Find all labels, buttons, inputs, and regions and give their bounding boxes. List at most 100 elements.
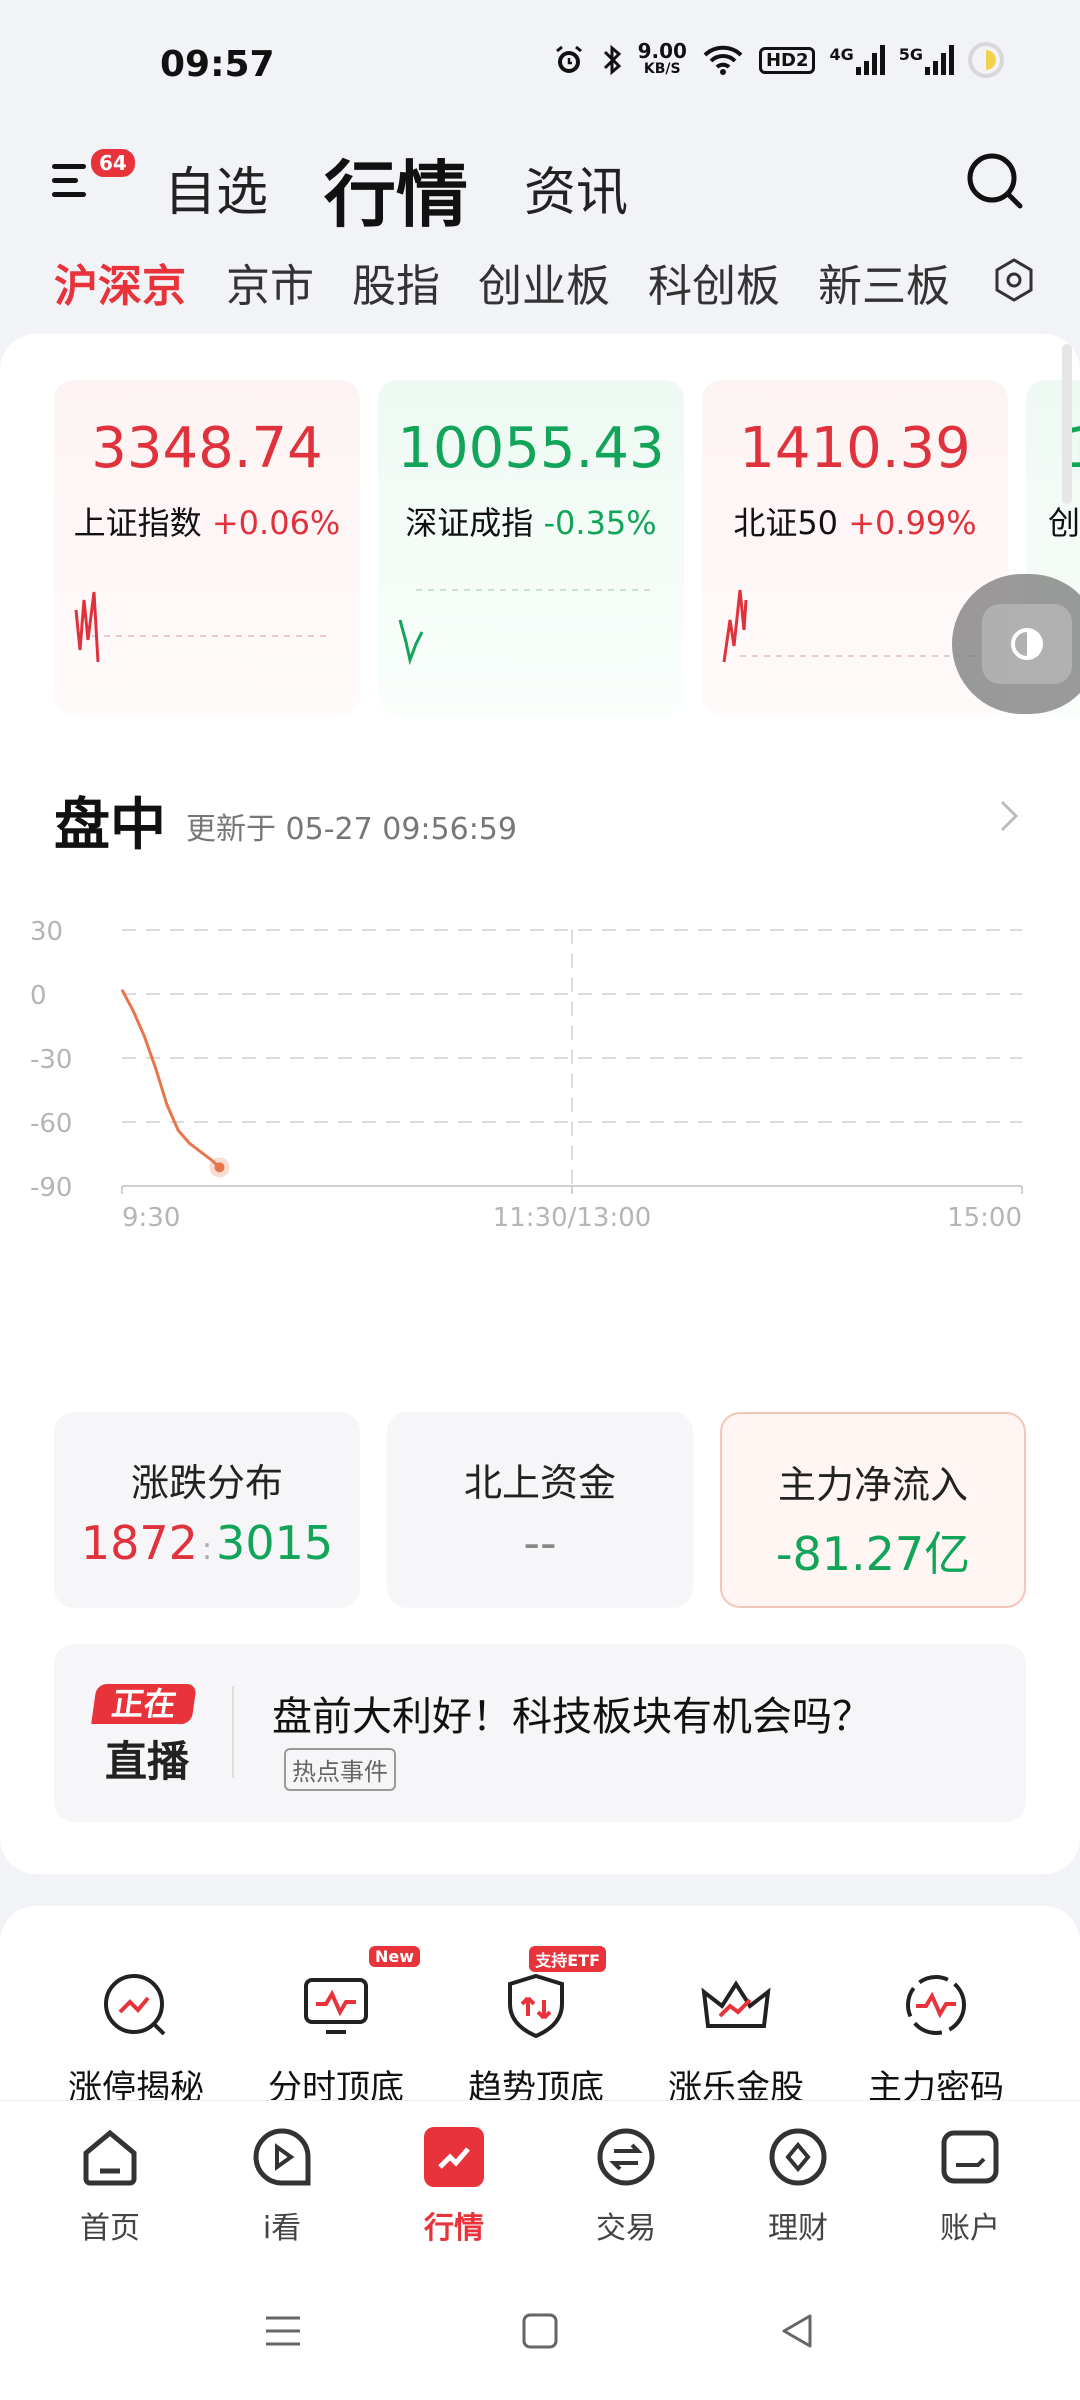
tab-market[interactable]: 行情 (324, 136, 468, 241)
x-tick-label: 15:00 (947, 1203, 1022, 1233)
bluetooth-icon (600, 43, 624, 77)
index-change: -0.35% (543, 504, 657, 542)
live-tag: 热点事件 (284, 1748, 396, 1791)
stat-card-distribution[interactable]: 涨跌分布 1872:3015 (54, 1412, 360, 1608)
index-value: 3348.74 (91, 416, 323, 481)
feature-trend-top-bottom[interactable]: 支持ETF 趋势顶底 (436, 1946, 636, 2106)
index-scrollbar[interactable] (1062, 344, 1072, 504)
nav-home[interactable]: 首页 (30, 2125, 190, 2255)
subtab-xinsanban[interactable]: 新三板 (818, 250, 950, 314)
exchange-icon (597, 2128, 655, 2186)
stat-card-northbound[interactable]: 北上资金 -- (387, 1412, 693, 1608)
net-speed: 9.00 KB/S (637, 39, 687, 78)
home-button[interactable] (515, 2306, 565, 2356)
stat-label: 主力净流入 (777, 1463, 968, 1507)
live-banner[interactable]: 正在 直播 盘前大利好！科技板块有机会吗？ 热点事件 (54, 1644, 1026, 1822)
status-time: 09:57 (160, 44, 275, 85)
signal-4g-icon: 4G (829, 45, 885, 75)
index-name: 创 (1048, 504, 1080, 542)
system-navigation (0, 2260, 1080, 2400)
intraday-chart: 30 0 -30 -60 -90 9:30 11:30/13:00 15:00 (30, 874, 1060, 1314)
crown-icon (701, 1980, 771, 2028)
x-tick-label: 11:30/13:00 (493, 1203, 652, 1233)
update-time: 更新于 05-27 09:56:59 (186, 812, 517, 847)
y-tick-label: 30 (30, 917, 63, 947)
nav-label: 交易 (596, 2211, 656, 2246)
subtab-chuangye[interactable]: 创业板 (478, 250, 610, 314)
subtab-kechuang[interactable]: 科创板 (648, 250, 780, 314)
monitor-chart-icon (304, 1978, 368, 2034)
y-tick-label: -60 (30, 1109, 72, 1139)
index-change: +0.99% (848, 504, 977, 542)
search-button[interactable] (964, 150, 1028, 214)
menu-badge: 64 (88, 146, 138, 180)
decline-count: 3015 (216, 1516, 334, 1570)
magnifier-trend-icon (104, 1974, 166, 2036)
hd-voice-badge: HD2 (758, 46, 816, 74)
y-tick-label: -90 (30, 1173, 72, 1203)
nav-market[interactable]: 行情 (374, 2125, 534, 2255)
net-4g-label: 4G (829, 45, 854, 64)
tab-news[interactable]: 资讯 (524, 150, 628, 225)
divider (232, 1686, 234, 1778)
y-tick-label: 0 (30, 981, 47, 1011)
feature-badge: 支持ETF (529, 1946, 606, 1972)
feature-main-force-code[interactable]: 主力密码 (836, 1960, 1036, 2106)
nav-trade[interactable]: 交易 (546, 2125, 706, 2255)
live-title: 盘前大利好！科技板块有机会吗？ (272, 1694, 872, 1740)
net-speed-value: 9.00 (637, 39, 687, 63)
intraday-more-button[interactable] (994, 796, 1024, 840)
feature-intraday-top-bottom[interactable]: New 分时顶底 (236, 1946, 436, 2106)
chevron-right-icon (1000, 800, 1019, 832)
nav-watch[interactable]: i看 (202, 2125, 362, 2255)
x-tick-label: 9:30 (122, 1203, 180, 1233)
floating-theme-button[interactable] (952, 574, 1080, 714)
menu-button[interactable]: 64 (52, 146, 138, 210)
search-icon (967, 153, 1023, 209)
feature-golden-stock[interactable]: 涨乐金股 (636, 1960, 836, 2106)
tab-watchlist[interactable]: 自选 (164, 150, 268, 225)
stat-card-main-inflow[interactable]: 主力净流入 -81.27亿 (720, 1412, 1026, 1608)
market-chart-icon (424, 2127, 484, 2187)
feature-limit-up[interactable]: 涨停揭秘 (36, 1960, 236, 2106)
market-overview-card: 3348.74 上证指数 +0.06% 10055.43 深证成指 -0.35%… (0, 334, 1080, 1874)
index-sparkline (398, 589, 656, 666)
back-button[interactable] (772, 2306, 822, 2356)
stat-value: -- (523, 1516, 557, 1570)
live-badge-top: 正在 (91, 1684, 197, 1724)
nav-wealth[interactable]: 理财 (718, 2125, 878, 2255)
stat-label: 涨跌分布 (130, 1461, 283, 1505)
bottom-navigation: 首页 i看 行情 交易 理财 账户 (0, 2100, 1080, 2260)
series-line (120, 988, 221, 1169)
last-point (214, 1162, 225, 1173)
wifi-icon (701, 43, 745, 77)
index-cards: 3348.74 上证指数 +0.06% 10055.43 深证成指 -0.35%… (0, 334, 1080, 734)
index-value: 1410.39 (739, 416, 971, 481)
subtab-guzhi[interactable]: 股指 (352, 250, 440, 314)
recent-apps-button[interactable] (258, 2306, 308, 2356)
back-triangle-icon (782, 2314, 812, 2348)
market-subtabs: 沪深京 京市 股指 创业板 科创板 新三板 (0, 240, 1080, 320)
play-circle-icon (253, 2128, 311, 2186)
signal-5g-icon: 5G (899, 45, 954, 75)
index-card-shenzhen[interactable]: 10055.43 深证成指 -0.35% (378, 380, 684, 716)
index-name: 北证50 (733, 504, 839, 542)
nav-label: 首页 (80, 2211, 140, 2246)
subtab-hushenjing[interactable]: 沪深京 (54, 250, 186, 314)
intraday-title: 盘中 (54, 793, 166, 858)
index-value: 10055.43 (397, 416, 665, 481)
status-icons: 9.00 KB/S HD2 4G 5G (552, 39, 1004, 78)
settings-icon[interactable] (984, 250, 1044, 310)
subtab-jingshi[interactable]: 京市 (226, 250, 314, 314)
net-5g-label: 5G (898, 45, 923, 64)
index-card-shanghai[interactable]: 3348.74 上证指数 +0.06% (54, 380, 360, 716)
y-tick-label: -30 (30, 1045, 72, 1075)
home-icon (83, 2129, 137, 2186)
nav-account[interactable]: 账户 (890, 2125, 1050, 2255)
diamond-icon (769, 2128, 827, 2186)
square-icon (522, 2313, 558, 2349)
index-sparkline (74, 591, 332, 663)
menu-icon (266, 2316, 300, 2346)
status-bar: 09:57 9.00 KB/S HD2 4G 5G (0, 0, 1080, 130)
feature-badge: New (368, 1946, 420, 1967)
